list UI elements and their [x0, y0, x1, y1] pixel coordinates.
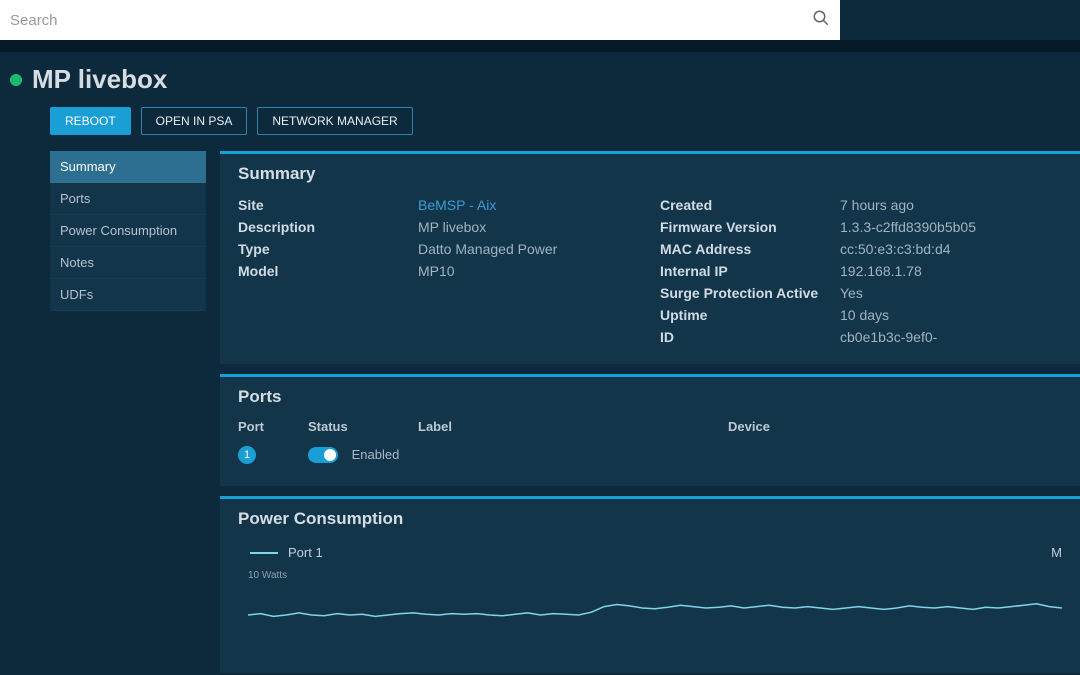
summary-col-left: SiteBeMSP - Aix DescriptionMP livebox Ty… — [238, 194, 640, 348]
legend-right-label: M — [1051, 545, 1062, 560]
site-label: Site — [238, 197, 418, 213]
header-strip — [0, 40, 1080, 52]
search-icon[interactable] — [812, 9, 830, 32]
surge-value: Yes — [840, 285, 863, 301]
site-value[interactable]: BeMSP - Aix — [418, 197, 496, 213]
power-panel: Power Consumption Port 1 M 10 Watts — [220, 496, 1080, 673]
id-label: ID — [660, 329, 840, 345]
type-value: Datto Managed Power — [418, 241, 557, 257]
created-label: Created — [660, 197, 840, 213]
sidebar-item-ports[interactable]: Ports — [50, 183, 206, 215]
page-header: MP livebox — [0, 52, 1080, 101]
status-dot-icon — [10, 74, 22, 86]
col-port-header: Port — [238, 419, 308, 434]
layout: Summary Ports Power Consumption Notes UD… — [0, 151, 1080, 673]
page-title: MP livebox — [32, 64, 167, 95]
ports-panel: Ports Port Status Label Device 1 Enabled — [220, 374, 1080, 486]
sidebar-item-notes[interactable]: Notes — [50, 247, 206, 279]
id-value: cb0e1b3c-9ef0- — [840, 329, 937, 345]
firmware-value: 1.3.3-c2ffd8390b5b05 — [840, 219, 976, 235]
open-in-psa-button[interactable]: OPEN IN PSA — [141, 107, 248, 135]
network-manager-button[interactable]: NETWORK MANAGER — [257, 107, 412, 135]
firmware-label: Firmware Version — [660, 219, 840, 235]
model-value: MP10 — [418, 263, 455, 279]
search-input[interactable] — [10, 12, 812, 29]
summary-panel-title: Summary — [220, 154, 1080, 190]
mac-value: cc:50:e3:c3:bd:d4 — [840, 241, 951, 257]
uptime-value: 10 days — [840, 307, 889, 323]
ip-label: Internal IP — [660, 263, 840, 279]
model-label: Model — [238, 263, 418, 279]
ports-panel-title: Ports — [220, 377, 1080, 413]
action-row: REBOOT OPEN IN PSA NETWORK MANAGER — [0, 101, 1080, 151]
col-device-header: Device — [728, 419, 770, 434]
uptime-label: Uptime — [660, 307, 840, 323]
ip-value: 192.168.1.78 — [840, 263, 922, 279]
power-chart — [248, 587, 1062, 657]
chart-area: 10 Watts — [220, 564, 1080, 657]
main-content: Summary SiteBeMSP - Aix DescriptionMP li… — [220, 151, 1080, 673]
description-value: MP livebox — [418, 219, 486, 235]
description-label: Description — [238, 219, 418, 235]
search-bar — [0, 0, 840, 40]
port-status-label: Enabled — [352, 447, 400, 462]
reboot-button[interactable]: REBOOT — [50, 107, 131, 135]
summary-panel: Summary SiteBeMSP - Aix DescriptionMP li… — [220, 151, 1080, 364]
chart-y-label: 10 Watts — [248, 570, 1062, 581]
ports-row: 1 Enabled — [220, 440, 1080, 470]
power-legend: Port 1 M — [220, 535, 1080, 564]
surge-label: Surge Protection Active — [660, 285, 840, 301]
mac-label: MAC Address — [660, 241, 840, 257]
port-status-toggle[interactable] — [308, 447, 338, 463]
power-panel-title: Power Consumption — [220, 499, 1080, 535]
type-label: Type — [238, 241, 418, 257]
col-status-header: Status — [308, 419, 418, 434]
sidebar-item-udfs[interactable]: UDFs — [50, 279, 206, 311]
sidebar-item-summary[interactable]: Summary — [50, 151, 206, 183]
created-value: 7 hours ago — [840, 197, 914, 213]
legend-port-label: Port 1 — [288, 545, 323, 560]
col-label-header: Label — [418, 419, 728, 434]
ports-header-row: Port Status Label Device — [220, 413, 1080, 440]
port-badge: 1 — [238, 446, 256, 464]
summary-col-right: Created7 hours ago Firmware Version1.3.3… — [660, 194, 1062, 348]
sidebar-item-power-consumption[interactable]: Power Consumption — [50, 215, 206, 247]
sidebar: Summary Ports Power Consumption Notes UD… — [50, 151, 206, 673]
legend-line-icon — [250, 552, 278, 554]
